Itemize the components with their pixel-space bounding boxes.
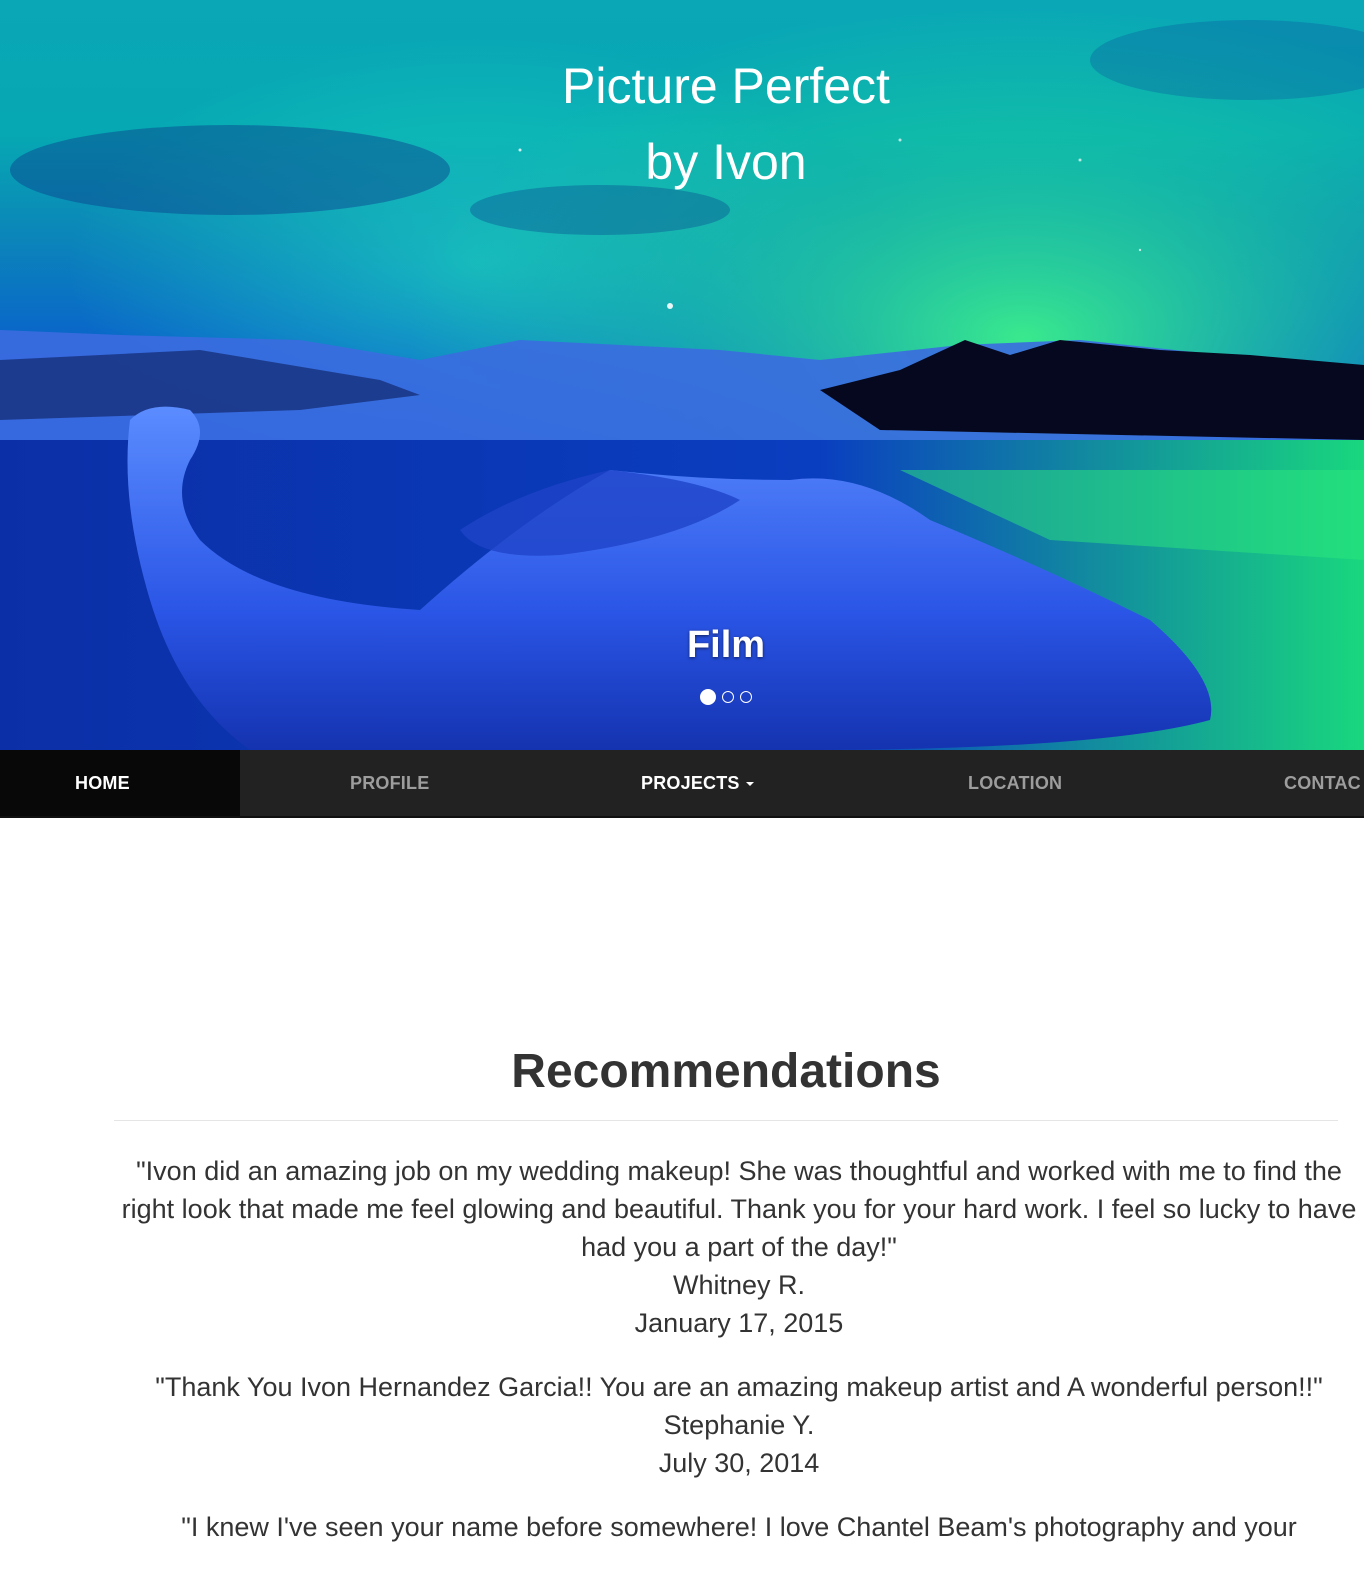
recommendation-quote: "I knew I've seen your name before somew…	[181, 1512, 1297, 1542]
recommendation-quote: "Ivon did an amazing job on my wedding m…	[121, 1156, 1357, 1262]
carousel-indicator-3[interactable]	[740, 691, 752, 703]
carousel-caption: Film	[686, 624, 766, 666]
nav-home[interactable]: HOME	[0, 750, 240, 816]
recommendation-author: Whitney R.	[672, 1270, 806, 1300]
site-title-line-1: Picture Perfect	[562, 58, 890, 114]
recommendation-date: January 17, 2015	[634, 1308, 844, 1338]
recommendation-item: "Thank You Ivon Hernandez Garcia!! You a…	[114, 1368, 1364, 1482]
main-navbar: HOME PROFILE PROJECTS LOCATION CONTAC	[0, 750, 1364, 818]
heading-divider	[114, 1120, 1338, 1121]
recommendation-item: "Ivon did an amazing job on my wedding m…	[114, 1152, 1364, 1342]
hero-carousel[interactable]: Picture Perfect by Ivon Film	[0, 0, 1364, 750]
nav-projects-label: PROJECTS	[641, 773, 740, 793]
site-title: Picture Perfect by Ivon	[0, 48, 1364, 200]
recommendations-list: "Ivon did an amazing job on my wedding m…	[114, 1152, 1364, 1572]
carousel-indicators	[0, 689, 1364, 705]
recommendation-author: Stephanie Y.	[663, 1410, 815, 1440]
recommendation-item: "I knew I've seen your name before somew…	[114, 1508, 1364, 1546]
nav-location[interactable]: LOCATION	[968, 750, 1062, 816]
carousel-indicator-1[interactable]	[700, 689, 716, 705]
nav-projects[interactable]: PROJECTS	[641, 750, 754, 816]
nav-profile[interactable]: PROFILE	[350, 750, 429, 816]
carousel-indicator-2[interactable]	[722, 691, 734, 703]
caret-down-icon	[745, 782, 754, 787]
recommendation-date: July 30, 2014	[658, 1448, 820, 1478]
recommendations-heading: Recommendations	[511, 1045, 941, 1098]
recommendation-quote: "Thank You Ivon Hernandez Garcia!! You a…	[155, 1372, 1323, 1402]
site-title-line-2: by Ivon	[645, 134, 807, 190]
nav-contact[interactable]: CONTAC	[1284, 750, 1361, 816]
